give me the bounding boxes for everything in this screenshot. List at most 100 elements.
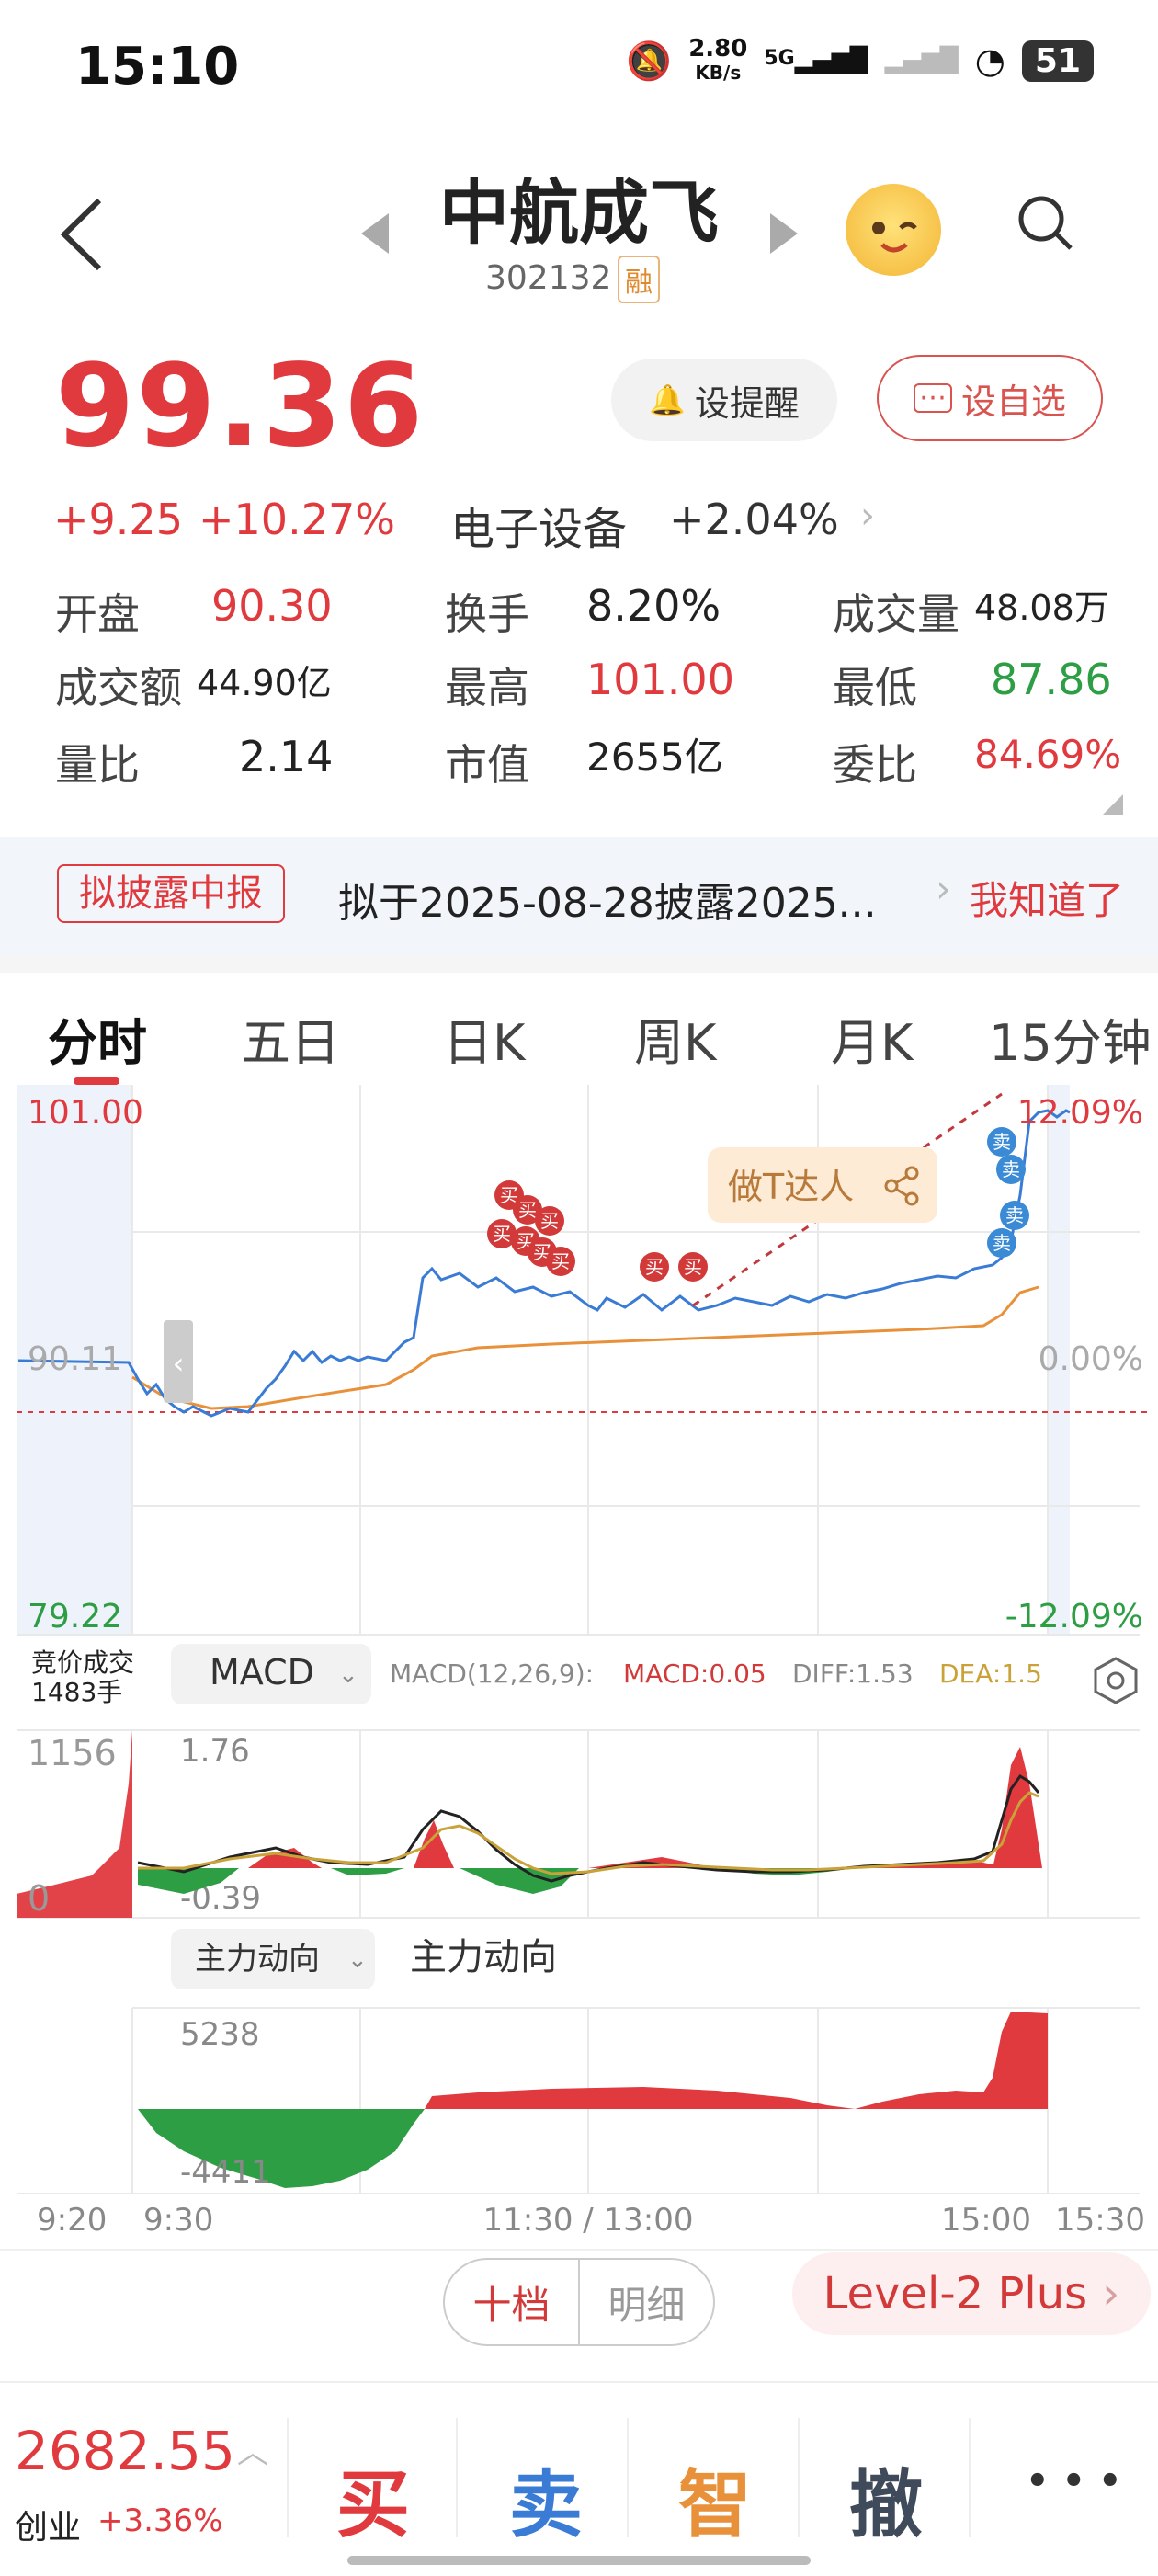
sell-mark: 卖	[993, 1131, 1011, 1153]
depth-toggle[interactable]: 十档 明细	[443, 2258, 715, 2346]
time-label: 15:30	[1055, 2202, 1145, 2239]
cancel-order-button[interactable]: 撤	[849, 2445, 923, 2552]
stat-value: 90.30	[211, 581, 333, 631]
more-icon[interactable]: • • •	[1026, 2460, 1122, 2502]
price-high-label: 101.00	[28, 1094, 143, 1132]
sell-marks: 卖 卖 卖 卖	[987, 1127, 1029, 1258]
notice-chevron-icon: ›	[936, 866, 951, 911]
mascot-icon[interactable]	[846, 184, 941, 276]
level2-button[interactable]: Level-2 Plus ›	[792, 2252, 1151, 2335]
buy-mark: 买	[645, 1256, 664, 1278]
buy-button[interactable]: 买	[336, 2445, 410, 2552]
tab-weekly-k[interactable]: 周K	[634, 1002, 716, 1075]
price-change-pct: +10.27%	[199, 495, 395, 544]
index-name: 创业	[15, 2509, 82, 2547]
smart-button[interactable]: 智	[678, 2445, 752, 2552]
stat-label: 成交量	[833, 589, 959, 639]
avg-price-line	[131, 1285, 1039, 1410]
time-label: 9:20	[37, 2202, 107, 2239]
bar-divider	[969, 2418, 971, 2537]
chevron-down-icon: ⌄	[338, 1661, 358, 1689]
section-divider	[0, 956, 1158, 973]
tab-15min[interactable]: 15分钟	[989, 1002, 1152, 1075]
time-label: 9:30	[143, 2202, 213, 2239]
stat-label: 最高	[445, 663, 529, 712]
price-mid-label: 90.11	[28, 1340, 122, 1378]
watchlist-icon: ⋯	[913, 383, 952, 413]
tab-active-indicator	[74, 1077, 119, 1085]
sector-name[interactable]: 电子设备	[450, 493, 627, 557]
dismiss-notice-button[interactable]: 我知道了	[970, 870, 1124, 926]
bar-divider	[627, 2418, 629, 2537]
stock-code: 302132	[485, 259, 612, 297]
section-divider	[0, 2249, 1158, 2251]
sell-button[interactable]: 卖	[509, 2445, 583, 2552]
sell-mark: 卖	[1002, 1158, 1020, 1180]
tab-details[interactable]: 明细	[580, 2260, 713, 2344]
notice-text[interactable]: 拟于2025-08-28披露2025...	[338, 870, 877, 929]
flow-title: 主力动向	[410, 1936, 557, 1978]
level2-chevron-icon: ›	[1102, 2268, 1120, 2320]
chevron-up-icon[interactable]: ︿	[237, 2427, 268, 2472]
status-time: 15:10	[75, 37, 240, 97]
notice-tag: 拟披露中报	[57, 864, 285, 923]
flow-selector-label: 主力动向	[195, 1941, 320, 1978]
set-alert-button[interactable]: 🔔 设提醒	[611, 359, 837, 441]
tab-ten-levels[interactable]: 十档	[445, 2260, 580, 2344]
signal-icon: 5G▂▄▆█	[764, 47, 868, 74]
macd-value: MACD:0.05	[623, 1658, 766, 1689]
set-alert-label: 设提醒	[694, 382, 800, 424]
dea-value: DEA:1.5	[939, 1658, 1042, 1689]
stat-value: 8.20%	[586, 581, 721, 631]
pct-mid-label: 0.00%	[1039, 1340, 1143, 1378]
chevron-down-icon: ⌄	[347, 1946, 368, 1974]
stat-value: 2655亿	[586, 735, 723, 780]
tab-monthly-k[interactable]: 月K	[831, 1002, 913, 1075]
time-label: 15:00	[941, 2202, 1031, 2239]
tab-daily-k[interactable]: 日K	[443, 1002, 525, 1075]
sell-mark: 卖	[1005, 1204, 1024, 1226]
pct-low-label: -12.09%	[1005, 1598, 1143, 1636]
bell-icon: 🔔	[649, 382, 686, 417]
stock-title: 中航成飞	[439, 172, 719, 254]
expand-icon[interactable]	[1103, 794, 1123, 815]
bar-divider	[798, 2418, 800, 2537]
stat-label: 量比	[55, 740, 140, 790]
stat-value: 44.90亿	[197, 663, 332, 703]
stat-label: 市值	[445, 740, 529, 790]
tab-five-day[interactable]: 五日	[241, 1002, 340, 1075]
t-expert-label: 做T达人	[728, 1167, 854, 1207]
auction-value: 1483手	[31, 1677, 122, 1707]
volume-zero-label: 0	[28, 1878, 50, 1919]
tab-intraday[interactable]: 分时	[48, 1002, 147, 1075]
intraday-chart[interactable]: 买 买 买 买 买 买 买 买 买 卖 卖 卖 卖 做T达人 101.00 90…	[0, 1085, 1158, 2243]
sector-chevron-icon[interactable]: ›	[860, 495, 875, 537]
search-icon[interactable]	[1016, 193, 1074, 252]
add-watchlist-button[interactable]: ⋯ 设自选	[877, 355, 1103, 441]
settings-icon[interactable]	[1094, 1657, 1138, 1704]
sector-change[interactable]: +2.04%	[669, 495, 839, 544]
bar-divider	[456, 2418, 458, 2537]
stat-label: 成交额	[55, 663, 182, 712]
stat-label: 最低	[833, 663, 917, 712]
stat-label: 开盘	[55, 589, 140, 639]
macd-top-label: 1.76	[180, 1733, 250, 1770]
stat-value: 84.69%	[974, 732, 1122, 777]
level2-label: Level-2 Plus	[823, 2268, 1088, 2320]
mute-icon: 🔕	[626, 40, 673, 83]
pct-high-label: 12.09%	[1017, 1094, 1143, 1132]
stat-label: 换手	[445, 589, 529, 639]
flow-top-label: 5238	[180, 2016, 260, 2053]
time-label: 11:30 / 13:00	[482, 2202, 693, 2239]
next-stock-icon[interactable]	[770, 213, 798, 254]
signal-weak-icon: ▂▄▆█	[884, 47, 959, 74]
auction-label: 竞价成交	[31, 1647, 134, 1678]
indicator-label: MACD	[210, 1652, 314, 1693]
stat-value: 48.08万	[974, 587, 1109, 628]
index-value[interactable]: 2682.55	[15, 2420, 235, 2482]
flow-positive-area	[425, 2012, 1048, 2109]
chevron-left-icon: ‹	[173, 1346, 185, 1381]
add-watchlist-label: 设自选	[960, 381, 1066, 422]
volume-max-label: 1156	[28, 1733, 117, 1773]
price-change: +9.25	[53, 495, 183, 544]
